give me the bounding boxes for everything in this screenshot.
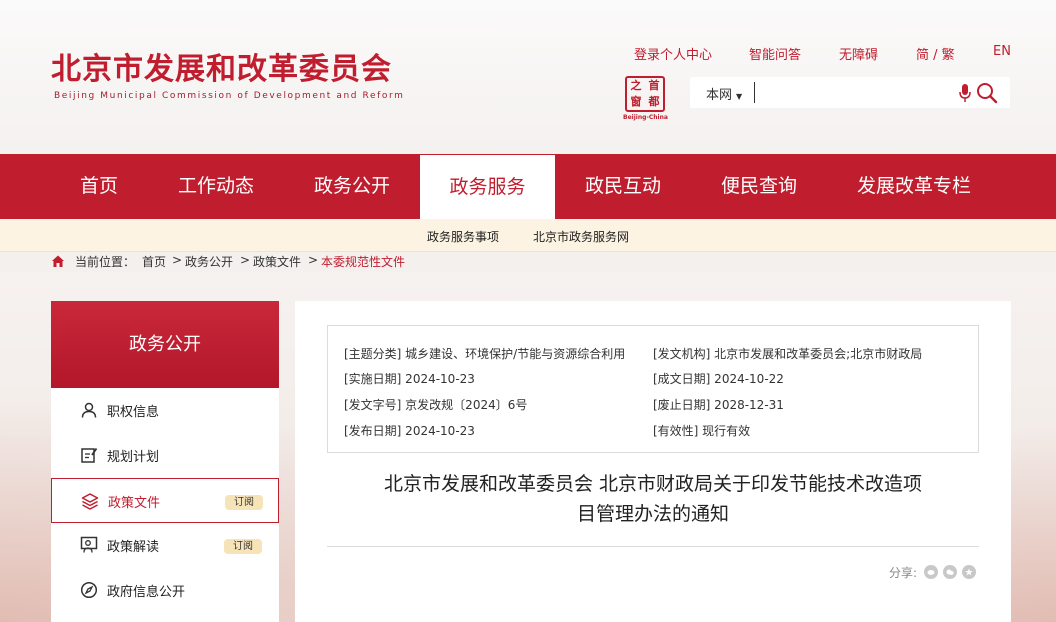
share-wechat-icon[interactable] bbox=[943, 565, 957, 579]
sidebar-item-label: 政府信息公开 bbox=[107, 585, 186, 600]
seal-emblem: 之 首 窗 都 bbox=[625, 76, 665, 112]
share-weibo-icon[interactable] bbox=[924, 565, 938, 579]
nav-item-reform-column[interactable]: 发展改革专栏 bbox=[840, 154, 988, 219]
seal-char: 窗 bbox=[630, 95, 642, 108]
accessibility-link[interactable]: 无障碍 bbox=[839, 44, 878, 63]
sidebar-item-authority-info[interactable]: 职权信息 bbox=[51, 388, 279, 433]
microphone-icon[interactable] bbox=[959, 83, 971, 103]
sidebar-item-planning[interactable]: 规划计划 bbox=[51, 433, 279, 478]
nav-item-convenience-query[interactable]: 便民查询 bbox=[705, 154, 813, 219]
caret-down-icon: ▼ bbox=[736, 92, 743, 101]
nav-item-home[interactable]: 首页 bbox=[47, 154, 151, 219]
nav-item-public-interaction[interactable]: 政民互动 bbox=[569, 154, 677, 219]
subscribe-button[interactable]: 订阅 bbox=[224, 539, 262, 554]
meta-doc-number: [发文字号] 京发改规〔2024〕6号 bbox=[344, 398, 528, 412]
meta-created-date: [成文日期] 2024-10-22 bbox=[653, 372, 784, 386]
meta-expiry-date: [废止日期] 2028-12-31 bbox=[653, 398, 784, 412]
document-title: 北京市发展和改革委员会 北京市财政局关于印发节能技术改造项 目管理办法的通知 bbox=[327, 469, 979, 529]
breadcrumb-label: 当前位置： bbox=[75, 255, 136, 269]
sub-nav: 政务服务事项 北京市政务服务网 bbox=[0, 219, 1056, 252]
meta-publish-date: [发布日期] 2024-10-23 bbox=[344, 424, 475, 438]
document-title-line: 目管理办法的通知 bbox=[576, 503, 729, 525]
site-header: 北京市发展和改革委员会 Beijing Municipal Commission… bbox=[0, 0, 1056, 154]
english-link[interactable]: EN bbox=[993, 44, 1011, 59]
breadcrumb-separator: > bbox=[172, 253, 183, 267]
breadcrumb-separator: > bbox=[240, 253, 251, 267]
search-scope-dropdown[interactable]: 本网 ▼ bbox=[706, 84, 742, 103]
meta-validity: [有效性] 现行有效 bbox=[653, 424, 751, 438]
document-title-line: 北京市发展和改革委员会 北京市财政局关于印发节能技术改造项 bbox=[383, 473, 923, 495]
seal-char: 之 bbox=[630, 79, 642, 92]
nav-item-work-news[interactable]: 工作动态 bbox=[162, 154, 270, 219]
sidebar-item-gov-info-disclosure[interactable]: 政府信息公开 bbox=[51, 568, 279, 613]
nav-item-gov-affairs-open[interactable]: 政务公开 bbox=[298, 154, 406, 219]
main-nav: 首页 工作动态 政务公开 政务服务 政民互动 便民查询 发展改革专栏 bbox=[0, 154, 1056, 219]
breadcrumb-policy-docs[interactable]: 政策文件 bbox=[253, 253, 301, 270]
sidebar-item-label: 政策文件 bbox=[108, 496, 161, 511]
nav-item-gov-services[interactable]: 政务服务 bbox=[420, 155, 555, 219]
person-icon bbox=[81, 402, 97, 418]
meta-effective-date: [实施日期] 2024-10-23 bbox=[344, 372, 475, 386]
search-box: 本网 ▼ bbox=[690, 77, 1010, 108]
title-divider bbox=[327, 546, 979, 547]
sidebar: 政务公开 职权信息 规划计划 政策文件 订阅 政策解读 订阅 政府信息公开 bbox=[51, 301, 279, 622]
compass-icon bbox=[80, 581, 98, 599]
seal-caption: Beijing-China bbox=[623, 114, 668, 121]
search-icon[interactable] bbox=[976, 82, 998, 104]
main-content: [主题分类] 城乡建设、环境保护/节能与资源综合利用 [发文机构] 北京市发展和… bbox=[295, 301, 1011, 622]
login-link[interactable]: 登录个人中心 bbox=[634, 44, 712, 63]
breadcrumb-separator: > bbox=[308, 253, 319, 267]
layers-icon bbox=[81, 493, 99, 510]
site-logo-subtitle: Beijing Municipal Commission of Developm… bbox=[54, 91, 405, 101]
subscribe-button[interactable]: 订阅 bbox=[225, 495, 263, 510]
simplified-traditional-link[interactable]: 简 / 繁 bbox=[916, 44, 955, 63]
search-scope-label: 本网 bbox=[706, 88, 733, 103]
subnav-item-service-matters[interactable]: 政务服务事项 bbox=[427, 228, 499, 245]
seal-char: 都 bbox=[648, 95, 660, 108]
share-qzone-icon[interactable] bbox=[962, 565, 976, 579]
capital-window-seal[interactable]: 之 首 窗 都 Beijing-China bbox=[623, 76, 668, 122]
sidebar-item-label: 政策解读 bbox=[107, 540, 160, 555]
meta-issuer: [发文机构] 北京市发展和改革委员会;北京市财政局 bbox=[653, 347, 923, 361]
meta-topic: [主题分类] 城乡建设、环境保护/节能与资源综合利用 bbox=[344, 347, 626, 361]
sidebar-item-policy-docs[interactable]: 政策文件 订阅 bbox=[51, 478, 279, 523]
home-icon bbox=[52, 255, 64, 267]
share-label: 分享: bbox=[889, 566, 918, 580]
sidebar-item-label: 规划计划 bbox=[107, 450, 160, 465]
subnav-item-service-website[interactable]: 北京市政务服务网 bbox=[533, 228, 629, 245]
sidebar-item-label: 职权信息 bbox=[107, 405, 160, 420]
breadcrumb-current[interactable]: 本委规范性文件 bbox=[321, 253, 405, 270]
sidebar-title: 政务公开 bbox=[51, 301, 279, 388]
breadcrumb-home[interactable]: 首页 bbox=[142, 253, 166, 270]
chat-person-icon bbox=[80, 536, 98, 553]
smart-qa-link[interactable]: 智能问答 bbox=[749, 44, 801, 63]
top-links: 登录个人中心 智能问答 无障碍 简 / 繁 EN bbox=[0, 44, 1056, 63]
breadcrumb-gov-affairs[interactable]: 政务公开 bbox=[185, 253, 233, 270]
search-input[interactable] bbox=[754, 82, 954, 103]
sidebar-item-policy-interpretation[interactable]: 政策解读 订阅 bbox=[51, 523, 279, 568]
seal-char: 首 bbox=[648, 79, 660, 92]
document-metadata: [主题分类] 城乡建设、环境保护/节能与资源综合利用 [发文机构] 北京市发展和… bbox=[327, 325, 979, 453]
edit-doc-icon bbox=[81, 447, 98, 463]
